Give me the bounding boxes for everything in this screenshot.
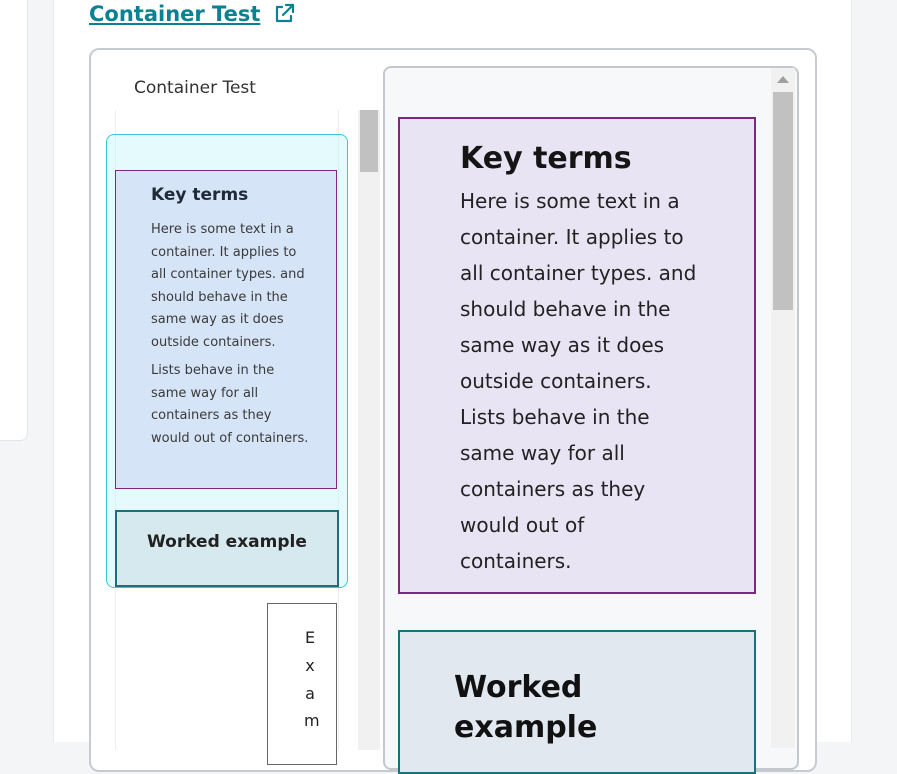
key-terms-heading: Key terms: [460, 141, 632, 176]
container-test-link-label[interactable]: Container Test: [89, 2, 260, 26]
detail-scrollbar-thumb[interactable]: [773, 92, 793, 310]
key-terms-heading-preview: Key terms: [151, 185, 249, 205]
example-container-preview[interactable]: E x a m: [267, 603, 337, 765]
worked-example-container[interactable]: Worked example: [398, 630, 756, 774]
preview-scrollbar-thumb[interactable]: [360, 110, 378, 172]
example-letter: m: [304, 711, 320, 730]
container-test-link[interactable]: Container Test: [89, 2, 296, 26]
key-terms-line: all container types. and: [460, 261, 697, 285]
worked-example-container-preview[interactable]: Worked example: [115, 510, 339, 587]
external-link-icon[interactable]: [272, 2, 296, 26]
key-terms-paragraph-2-preview: Lists behave in the same way for all con…: [151, 363, 309, 446]
key-terms-line: would out of: [460, 513, 585, 537]
example-letter: x: [305, 656, 315, 675]
key-terms-body: Here is some text in a container. It app…: [460, 183, 700, 579]
key-terms-line: Lists behave in the: [460, 405, 650, 429]
preview-pane-label: Container Test: [134, 78, 256, 98]
key-terms-line: same way as it does: [460, 333, 665, 357]
key-terms-line: containers as they: [460, 477, 646, 501]
key-terms-line: same way for all: [460, 441, 625, 465]
side-card: [0, 0, 28, 441]
key-terms-line: outside containers.: [460, 369, 652, 393]
key-terms-container[interactable]: Key terms Here is some text in a contain…: [398, 117, 756, 594]
key-terms-line: should behave in the: [460, 297, 671, 321]
detail-scrollbar[interactable]: [771, 68, 795, 748]
example-letter: a: [305, 684, 315, 703]
key-terms-line: containers.: [460, 549, 572, 573]
preview-scrollbar[interactable]: [358, 110, 380, 750]
scroll-up-arrow-icon[interactable]: [777, 76, 789, 83]
worked-example-heading-preview: Worked example: [147, 532, 307, 552]
key-terms-container-preview[interactable]: Key terms Here is some text in a contain…: [115, 170, 337, 489]
worked-example-heading: Worked example: [454, 670, 598, 745]
key-terms-line: Here is some text in a: [460, 189, 680, 213]
example-letter: E: [304, 628, 316, 647]
key-terms-paragraph-1-preview: Here is some text in a container. It app…: [151, 222, 305, 350]
key-terms-line: container. It applies to: [460, 225, 684, 249]
